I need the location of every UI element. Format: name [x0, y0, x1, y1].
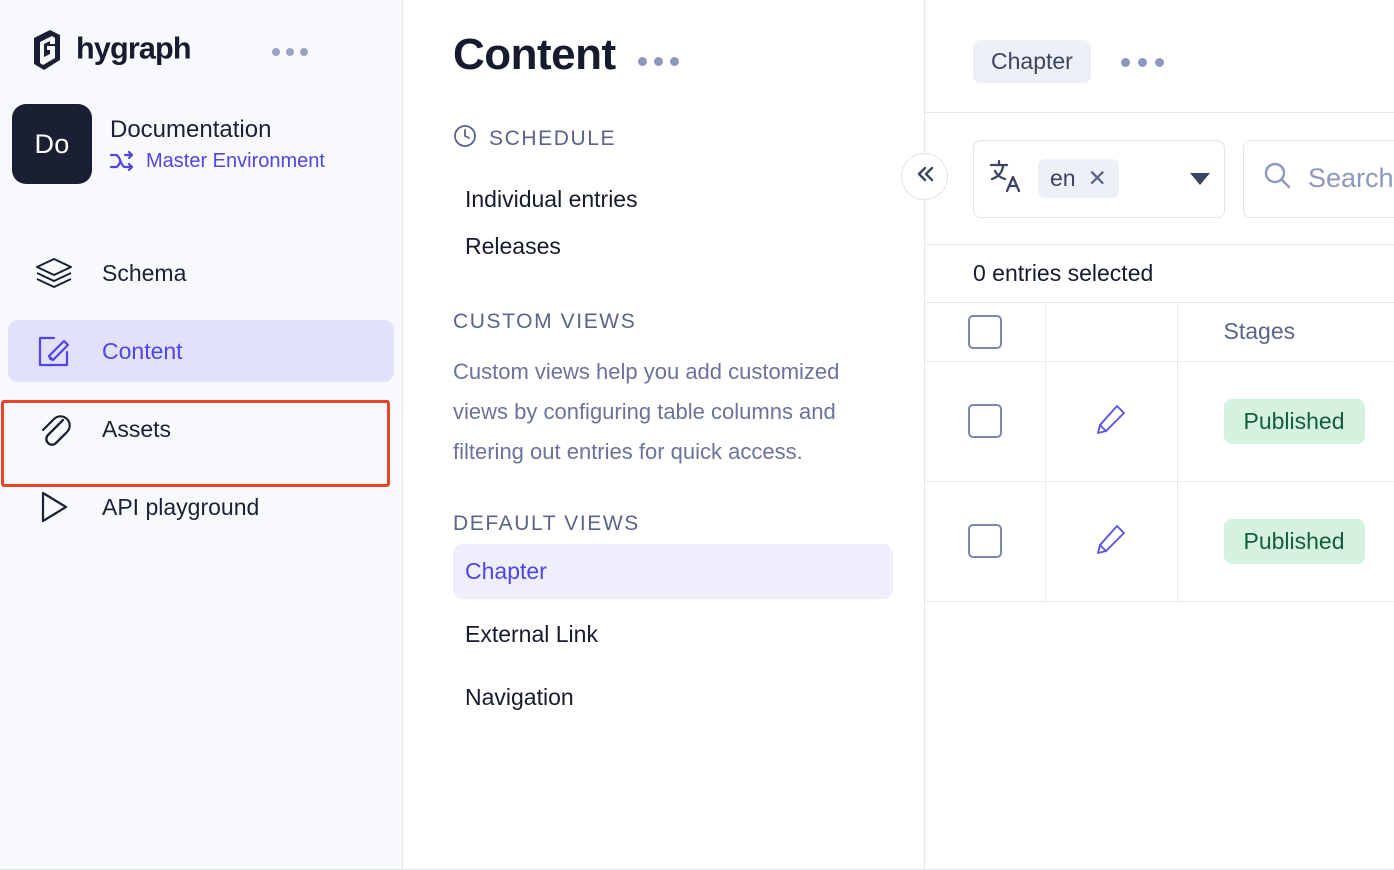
filters-bar: en ✕ Search	[925, 113, 1394, 245]
clock-icon	[453, 124, 477, 154]
custom-views-description: Custom views help you add customized vie…	[453, 352, 873, 472]
status-badge: Published	[1224, 399, 1365, 444]
sidebar-nav: Schema Content	[0, 242, 402, 538]
row-stage-cell: Published	[1177, 481, 1394, 601]
entries-table: Stages	[925, 303, 1394, 602]
row-select-cell	[925, 361, 1045, 481]
app-root: hygraph Do Documentation	[0, 0, 1394, 870]
row-checkbox[interactable]	[968, 404, 1002, 438]
sidebar-item-label: Assets	[102, 416, 171, 443]
environment-link[interactable]: Master Environment	[110, 150, 325, 173]
sidebar-item-assets[interactable]: Assets	[8, 398, 394, 460]
project-switcher[interactable]: Do Documentation Master Environment	[0, 104, 402, 184]
environment-label: Master Environment	[146, 150, 325, 173]
select-all-checkbox[interactable]	[968, 315, 1002, 349]
chevron-double-left-icon	[914, 164, 936, 189]
sidebar-item-label: Schema	[102, 260, 186, 287]
paperclip-icon	[34, 411, 74, 447]
pencil-icon[interactable]	[1094, 423, 1128, 440]
left-sidebar: hygraph Do Documentation	[0, 0, 403, 870]
view-item-external-link[interactable]: External Link	[453, 607, 893, 662]
status-badge: Published	[1224, 519, 1365, 564]
collapse-panel-button[interactable]	[901, 153, 948, 200]
search-icon	[1262, 160, 1292, 197]
project-texts: Documentation Master Environment	[110, 116, 325, 173]
hygraph-wordmark: hygraph	[76, 33, 246, 67]
custom-views-label: CUSTOM VIEWS	[453, 310, 636, 334]
sidebar-item-content[interactable]: Content	[8, 320, 394, 382]
view-item-chapter[interactable]: Chapter	[453, 544, 893, 599]
select-all-header	[925, 303, 1045, 361]
edit-column-header	[1045, 303, 1177, 361]
selection-status: 0 entries selected	[925, 245, 1394, 303]
avatar: Do	[12, 104, 92, 184]
edit-square-icon	[34, 333, 74, 369]
sidebar-item-api-playground[interactable]: API playground	[8, 476, 394, 538]
locale-select[interactable]: en ✕	[973, 140, 1225, 218]
entries-panel: Chapter	[925, 0, 1394, 870]
default-views-label: DEFAULT VIEWS	[453, 512, 640, 536]
link-releases[interactable]: Releases	[453, 223, 924, 270]
view-item-navigation[interactable]: Navigation	[453, 670, 893, 725]
breadcrumb[interactable]: Chapter	[973, 40, 1091, 83]
row-select-cell	[925, 481, 1045, 601]
locale-value: en	[1050, 165, 1076, 192]
row-edit-cell[interactable]	[1045, 481, 1177, 601]
sidebar-item-label: API playground	[102, 494, 259, 521]
branch-shuffle-icon	[110, 150, 136, 172]
more-dots-icon[interactable]	[272, 48, 308, 56]
layers-icon	[34, 257, 74, 289]
table-header-row: Stages	[925, 303, 1394, 361]
content-views-panel: Content SCHEDULE Individual entries Rele…	[403, 0, 925, 870]
more-dots-icon[interactable]	[638, 57, 679, 66]
more-dots-icon[interactable]	[1121, 58, 1164, 67]
svg-text:hygraph: hygraph	[76, 33, 191, 66]
brand-row: hygraph	[0, 0, 402, 62]
locale-chip[interactable]: en ✕	[1038, 159, 1119, 198]
default-views-header: DEFAULT VIEWS	[453, 512, 924, 536]
project-name: Documentation	[110, 116, 325, 144]
schedule-label: SCHEDULE	[489, 127, 616, 151]
close-icon[interactable]: ✕	[1088, 167, 1107, 190]
entries-header: Chapter	[925, 0, 1394, 113]
schedule-section-header: SCHEDULE	[453, 124, 924, 154]
sidebar-item-schema[interactable]: Schema	[8, 242, 394, 304]
sidebar-item-label: Content	[102, 338, 183, 365]
hygraph-logo-icon	[30, 30, 64, 70]
link-individual-entries[interactable]: Individual entries	[453, 176, 924, 223]
chevron-down-icon[interactable]	[1190, 173, 1210, 185]
table-row[interactable]: Published	[925, 361, 1394, 481]
row-checkbox[interactable]	[968, 524, 1002, 558]
search-input[interactable]: Search	[1243, 140, 1394, 218]
stages-column-header: Stages	[1177, 303, 1394, 361]
row-stage-cell: Published	[1177, 361, 1394, 481]
page-title: Content	[453, 30, 616, 80]
translate-icon	[988, 158, 1024, 199]
panel-title-row: Content	[453, 0, 924, 80]
pencil-icon[interactable]	[1094, 543, 1128, 560]
search-placeholder: Search	[1308, 163, 1394, 194]
table-row[interactable]: Published	[925, 481, 1394, 601]
row-edit-cell[interactable]	[1045, 361, 1177, 481]
play-triangle-icon	[34, 490, 74, 524]
custom-views-header: CUSTOM VIEWS	[453, 310, 924, 334]
